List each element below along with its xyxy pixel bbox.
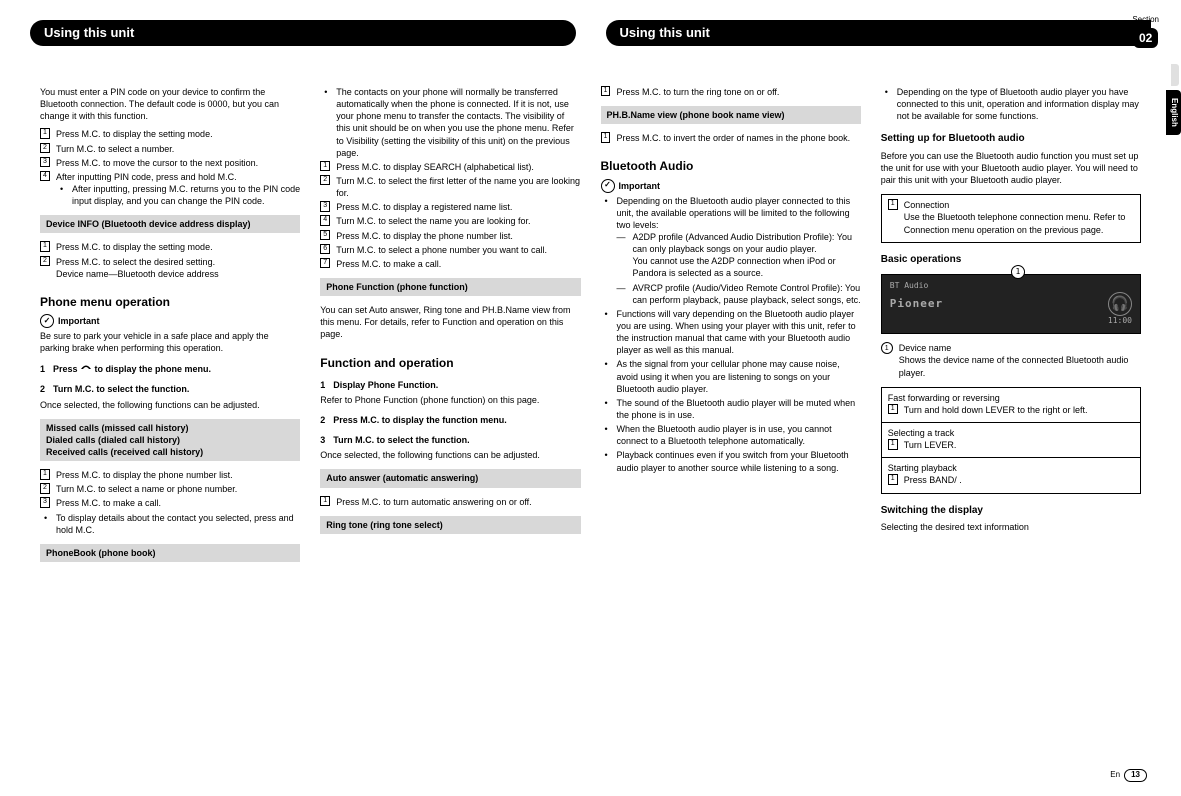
phone-function-note: You can set Auto answer, Ring tone and P… [320, 304, 580, 340]
fo-step-3: 3Turn M.C. to select the function. [320, 434, 580, 446]
bt-depend-note: Depending on the type of Bluetooth audio… [881, 86, 1141, 122]
pin-steps: 1Press M.C. to display the setting mode.… [40, 128, 300, 207]
connection-table: 1ConnectionUse the Bluetooth telephone c… [881, 194, 1141, 242]
call-history-box: Missed calls (missed call history) Diale… [40, 419, 300, 461]
device-info-steps: 1Press M.C. to display the setting mode.… [40, 241, 300, 279]
headphone-icon: 🎧 [1108, 292, 1132, 316]
display-source-label: BT Audio [890, 281, 929, 292]
phone-icon [80, 362, 92, 372]
search-steps: 1Press M.C. to display SEARCH (alphabeti… [320, 161, 580, 270]
step-1: 1Press to display the phone menu. [40, 362, 300, 375]
language-tab: English [1166, 90, 1181, 135]
display-callout: 1 [1011, 265, 1025, 279]
call-steps: 1Press M.C. to display the phone number … [40, 469, 300, 509]
phone-menu-heading: Phone menu operation [40, 294, 300, 310]
column-1: You must enter a PIN code on your device… [40, 86, 300, 570]
switching-display-heading: Switching the display [881, 504, 1141, 518]
bluetooth-audio-heading: Bluetooth Audio [601, 158, 861, 174]
intro-text: You must enter a PIN code on your device… [40, 86, 300, 122]
header-tab-right: Using this unit [606, 20, 1152, 46]
important-icon: ✓ [40, 314, 54, 328]
fo-step-3-sub: Once selected, the following functions c… [320, 449, 580, 461]
bt-note-2: Functions will vary depending on the Blu… [601, 308, 861, 357]
page-header: Using this unit Using this unit Section … [30, 20, 1151, 46]
display-preview: 1 BT Audio Pioneer 🎧 11:00 [881, 274, 1141, 334]
bt-note-5: When the Bluetooth audio player is in us… [601, 423, 861, 447]
bt-note-1: Depending on the Bluetooth audio player … [601, 195, 861, 306]
footer-page: 13 [1124, 769, 1147, 782]
callout-device-name: 1 Device name Shows the device name of t… [881, 342, 1141, 378]
basic-ops-heading: Basic operations [881, 253, 1141, 267]
display-time: 11:00 [1108, 316, 1132, 327]
page-footer: En 13 [1110, 769, 1147, 782]
switching-display-text: Selecting the desired text information [881, 521, 1141, 533]
language-tab-prev [1171, 64, 1179, 86]
section-label: Section [1132, 15, 1159, 26]
setup-bt-heading: Setting up for Bluetooth audio [881, 132, 1141, 146]
device-info-box: Device INFO (Bluetooth device address di… [40, 215, 300, 233]
function-operation-heading: Function and operation [320, 355, 580, 371]
phonebook-box: PhoneBook (phone book) [40, 544, 300, 562]
display-brand: Pioneer [890, 297, 943, 312]
auto-answer-steps: 1Press M.C. to turn automatic answering … [320, 496, 580, 508]
bt-note-6: Playback continues even if you switch fr… [601, 449, 861, 473]
bt-note-3: As the signal from your cellular phone m… [601, 358, 861, 394]
fo-step-1: 1Display Phone Function. [320, 379, 580, 391]
footer-lang: En [1110, 770, 1120, 781]
section-badge: Section 02 [1132, 15, 1159, 48]
important-text: Be sure to park your vehicle in a safe p… [40, 330, 300, 354]
fo-step-1-sub: Refer to Phone Function (phone function)… [320, 394, 580, 406]
fo-step-2: 2Press M.C. to display the function menu… [320, 414, 580, 426]
section-number: 02 [1133, 28, 1158, 48]
phone-function-box: Phone Function (phone function) [320, 278, 580, 296]
contacts-note: The contacts on your phone will normally… [320, 86, 580, 159]
operations-table: Fast forwarding or reversing 1Turn and h… [881, 387, 1141, 494]
ring-tone-box: Ring tone (ring tone select) [320, 516, 580, 534]
column-3: 1Press M.C. to turn the ring tone on or … [601, 86, 861, 570]
header-tab-left: Using this unit [30, 20, 576, 46]
column-2: The contacts on your phone will normally… [320, 86, 580, 570]
column-4: Depending on the type of Bluetooth audio… [881, 86, 1141, 570]
phb-steps: 1Press M.C. to invert the order of names… [601, 132, 861, 144]
bt-note-4: The sound of the Bluetooth audio player … [601, 397, 861, 421]
step-2-sub: Once selected, the following functions c… [40, 399, 300, 411]
setup-bt-text: Before you can use the Bluetooth audio f… [881, 150, 1141, 186]
step-2: 2Turn M.C. to select the function. [40, 383, 300, 395]
important-icon: ✓ [601, 179, 615, 193]
important-label: ✓ Important [40, 314, 300, 328]
ring-tone-steps: 1Press M.C. to turn the ring tone on or … [601, 86, 861, 98]
auto-answer-box: Auto answer (automatic answering) [320, 469, 580, 487]
call-detail-note: To display details about the contact you… [40, 512, 300, 536]
bt-important-label: ✓ Important [601, 179, 861, 193]
phb-name-view-box: PH.B.Name view (phone book name view) [601, 106, 861, 124]
